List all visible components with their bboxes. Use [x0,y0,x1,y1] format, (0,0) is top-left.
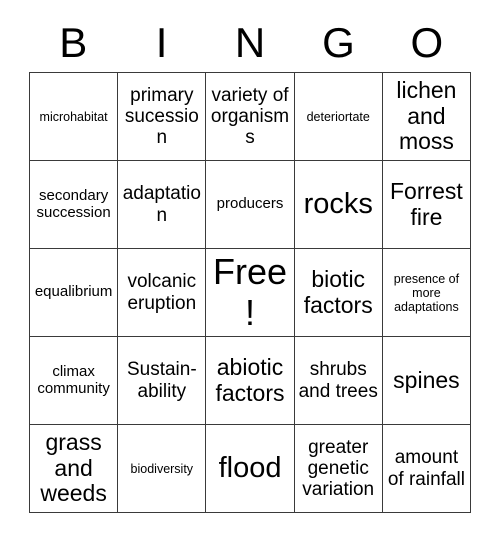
bingo-cell-r2-c1[interactable]: volcanic eruption [118,249,207,337]
bingo-row: microhabitat primary sucession variety of … [30,73,472,161]
bingo-cell-label: grass and weeds [40,428,107,507]
bingo-row: equalibrium volcanic eruption Free! biotic … [30,249,472,337]
bingo-cell-r0-c1[interactable]: primary sucession [118,73,207,161]
bingo-cell-r3-c0[interactable]: climax community [30,337,119,425]
bingo-cell-r0-c0[interactable]: microhabitat [30,73,119,161]
bingo-cell-label: Forrest fire [389,177,463,230]
bingo-cell-r4-c4[interactable]: amount of rainfall [382,425,472,513]
bingo-cell-label: microhabitat [39,109,108,124]
bingo-cell-r4-c2[interactable]: flood [206,425,295,513]
bingo-cell-r2-c2[interactable]: Free! [206,249,295,337]
bingo-grid: microhabitat primary sucession variety of … [29,72,472,513]
bingo-cell-label: spines [393,366,460,393]
bingo-row: climax community Sustain- ability abiotic … [30,337,472,425]
bingo-cell-label: secondary succession [36,186,111,221]
bingo-row: grass and weeds biodiversity flood greater … [30,425,472,513]
bingo-cell-r2-c0[interactable]: equalibrium [30,249,119,337]
bingo-cell-label: amount of rainfall [387,447,465,490]
bingo-cell-r0-c3[interactable]: deteriortate [294,73,383,161]
bingo-cell-r1-c4[interactable]: Forrest fire [382,161,472,249]
bingo-cell-r0-c2[interactable]: variety of organisms [206,73,295,161]
bingo-cell-r3-c4[interactable]: spines [382,337,472,425]
bingo-cell-label: lichen and moss [396,76,457,155]
bingo-cell-r4-c3[interactable]: greater genetic variation [294,425,383,513]
bingo-cell-label: variety of organisms [210,84,290,149]
bingo-row: secondary succession adaptation producers r… [30,161,472,249]
bingo-cell-label: biodiversity [130,461,194,476]
bingo-cell-r1-c1[interactable]: adaptation [118,161,207,249]
bingo-cell-r2-c4[interactable]: presence of more adaptations [382,249,472,337]
bingo-cell-label: climax community [37,362,110,397]
bingo-header-letter-0: B [59,19,88,66]
bingo-cell-label: Free! [212,251,288,333]
bingo-header-letter-1: I [155,19,168,66]
bingo-cell-label: rocks [303,188,373,221]
bingo-header-row: BINGO [29,14,471,72]
bingo-cell-label: presence of more adaptations [393,271,460,314]
bingo-cell-r1-c0[interactable]: secondary succession [30,161,119,249]
bingo-cell-r1-c2[interactable]: producers [206,161,295,249]
bingo-cell-r4-c0[interactable]: grass and weeds [30,425,119,513]
bingo-cell-r3-c2[interactable]: abiotic factors [206,337,295,425]
bingo-cell-label: deteriortate [306,109,370,124]
bingo-cell-label: primary sucession [124,84,199,149]
bingo-cell-label: producers [216,195,284,213]
bingo-cell-label: equalibrium [34,283,113,301]
bingo-cell-label: volcanic eruption [127,271,197,314]
bingo-cell-r4-c1[interactable]: biodiversity [118,425,207,513]
bingo-card: B I N G O microhabitat primary sucession varie… [29,14,472,513]
bingo-cell-r0-c4[interactable]: lichen and moss [382,73,472,161]
bingo-header-letter-2: N [234,19,266,66]
bingo-cell-label: abiotic factors [215,353,285,406]
bingo-cell-label: greater genetic variation [302,436,375,501]
bingo-cell-label: Sustain- ability [126,359,197,402]
bingo-cell-r1-c3[interactable]: rocks [294,161,383,249]
bingo-cell-r2-c3[interactable]: biotic factors [294,249,383,337]
bingo-cell-label: flood [218,452,282,485]
bingo-cell-label: shrubs and trees [298,359,378,402]
bingo-cell-label: adaptation [122,183,201,226]
bingo-cell-r3-c3[interactable]: shrubs and trees [294,337,383,425]
bingo-header-letter-4: O [410,19,444,66]
bingo-cell-r3-c1[interactable]: Sustain- ability [118,337,207,425]
bingo-cell-label: biotic factors [303,265,373,318]
bingo-header-letter-3: G [322,19,355,66]
